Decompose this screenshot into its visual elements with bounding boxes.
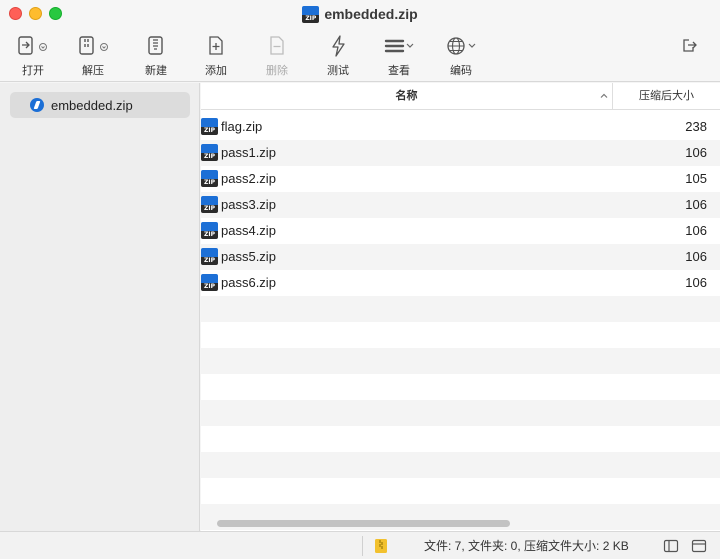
export-icon bbox=[680, 34, 698, 58]
empty-row bbox=[201, 400, 720, 426]
list-item[interactable]: ZIP pass5.zip 106 bbox=[201, 244, 720, 270]
file-size: 106 bbox=[685, 145, 707, 160]
sidebar: embedded.zip bbox=[0, 83, 200, 531]
empty-row bbox=[201, 348, 720, 374]
open-button[interactable]: 打开 bbox=[8, 34, 58, 78]
file-size: 106 bbox=[685, 197, 707, 212]
list-item[interactable]: ZIP pass1.zip 106 bbox=[201, 140, 720, 166]
view-button[interactable]: 查看 bbox=[374, 34, 424, 78]
file-name: pass2.zip bbox=[221, 171, 276, 186]
file-name: flag.zip bbox=[221, 119, 263, 134]
list-item[interactable]: ZIP pass6.zip 106 bbox=[201, 270, 720, 296]
title-toolbar: ZIP embedded.zip 打开 解压 新建 添加 删除 测试 查看 编码 bbox=[0, 0, 720, 82]
preview-panel-icon[interactable] bbox=[691, 538, 707, 554]
list-item[interactable]: ZIP pass4.zip 106 bbox=[201, 218, 720, 244]
file-name: pass4.zip bbox=[221, 223, 276, 238]
add-files-button[interactable]: 添加 bbox=[191, 34, 241, 78]
list-header: 名称 压缩后大小 bbox=[201, 83, 720, 110]
list-item[interactable]: ZIP pass2.zip 105 bbox=[201, 166, 720, 192]
lightning-icon bbox=[327, 34, 349, 58]
file-size: 106 bbox=[685, 275, 707, 290]
open-icon bbox=[16, 34, 50, 58]
export-button[interactable] bbox=[674, 34, 704, 58]
status-summary: 文件: 7, 文件夹: 0, 压缩文件大小: 2 KB bbox=[424, 539, 629, 553]
encoding-button[interactable]: 编码 bbox=[436, 34, 486, 78]
file-name: pass6.zip bbox=[221, 275, 276, 290]
new-archive-button[interactable]: 新建 bbox=[131, 34, 181, 78]
new-archive-icon bbox=[145, 34, 167, 58]
list-view-icon bbox=[383, 34, 415, 58]
empty-row bbox=[201, 426, 720, 452]
column-header-size[interactable]: 压缩后大小 bbox=[613, 83, 720, 109]
extract-icon bbox=[76, 34, 110, 58]
empty-row bbox=[201, 322, 720, 348]
window-title: embedded.zip bbox=[324, 6, 418, 22]
file-name: pass5.zip bbox=[221, 249, 276, 264]
empty-row bbox=[201, 478, 720, 504]
zip-file-icon: ZIP bbox=[201, 222, 218, 239]
file-list: 名称 压缩后大小 ZIP flag.zip 238 ZIP pass1.zip … bbox=[201, 83, 720, 531]
zip-file-icon: ZIP bbox=[201, 170, 218, 187]
file-rows: ZIP flag.zip 238 ZIP pass1.zip 106 ZIP p… bbox=[201, 114, 720, 530]
empty-row bbox=[201, 296, 720, 322]
list-item[interactable]: ZIP flag.zip 238 bbox=[201, 114, 720, 140]
test-button[interactable]: 测试 bbox=[313, 34, 363, 78]
zip-file-icon: ZIP bbox=[302, 5, 320, 23]
horizontal-scrollbar[interactable] bbox=[217, 520, 510, 527]
file-name: pass3.zip bbox=[221, 197, 276, 212]
toolbar: 打开 解压 新建 添加 删除 测试 查看 编码 bbox=[0, 34, 720, 80]
app-window: ZIP embedded.zip 打开 解压 新建 添加 删除 测试 查看 编码… bbox=[0, 0, 720, 559]
empty-row bbox=[201, 452, 720, 478]
empty-row bbox=[201, 374, 720, 400]
column-header-name[interactable]: 名称 bbox=[201, 83, 613, 109]
sidebar-item-label: embedded.zip bbox=[51, 97, 133, 113]
file-size: 106 bbox=[685, 249, 707, 264]
zip-file-icon: ZIP bbox=[201, 248, 218, 265]
status-bar: 文件: 7, 文件夹: 0, 压缩文件大小: 2 KB bbox=[0, 531, 720, 559]
delete-button[interactable]: 删除 bbox=[252, 34, 302, 78]
archive-folder-icon bbox=[375, 539, 387, 553]
split-view-icon[interactable] bbox=[663, 538, 679, 554]
archive-icon bbox=[30, 98, 44, 112]
file-size: 238 bbox=[685, 119, 707, 134]
extract-button[interactable]: 解压 bbox=[68, 34, 118, 78]
delete-file-icon bbox=[266, 34, 288, 58]
list-item[interactable]: ZIP pass3.zip 106 bbox=[201, 192, 720, 218]
zip-file-icon: ZIP bbox=[201, 274, 218, 291]
sidebar-item-archive[interactable]: embedded.zip bbox=[10, 92, 190, 118]
zip-file-icon: ZIP bbox=[201, 118, 218, 135]
file-name: pass1.zip bbox=[221, 145, 276, 160]
file-size: 105 bbox=[685, 171, 707, 186]
sort-ascending-icon bbox=[600, 93, 608, 98]
zip-file-icon: ZIP bbox=[201, 144, 218, 161]
window-title-bar: ZIP embedded.zip bbox=[0, 4, 720, 24]
add-file-icon bbox=[205, 34, 227, 58]
zip-file-icon: ZIP bbox=[201, 196, 218, 213]
status-divider bbox=[362, 536, 363, 556]
globe-icon bbox=[445, 34, 477, 58]
file-size: 106 bbox=[685, 223, 707, 238]
